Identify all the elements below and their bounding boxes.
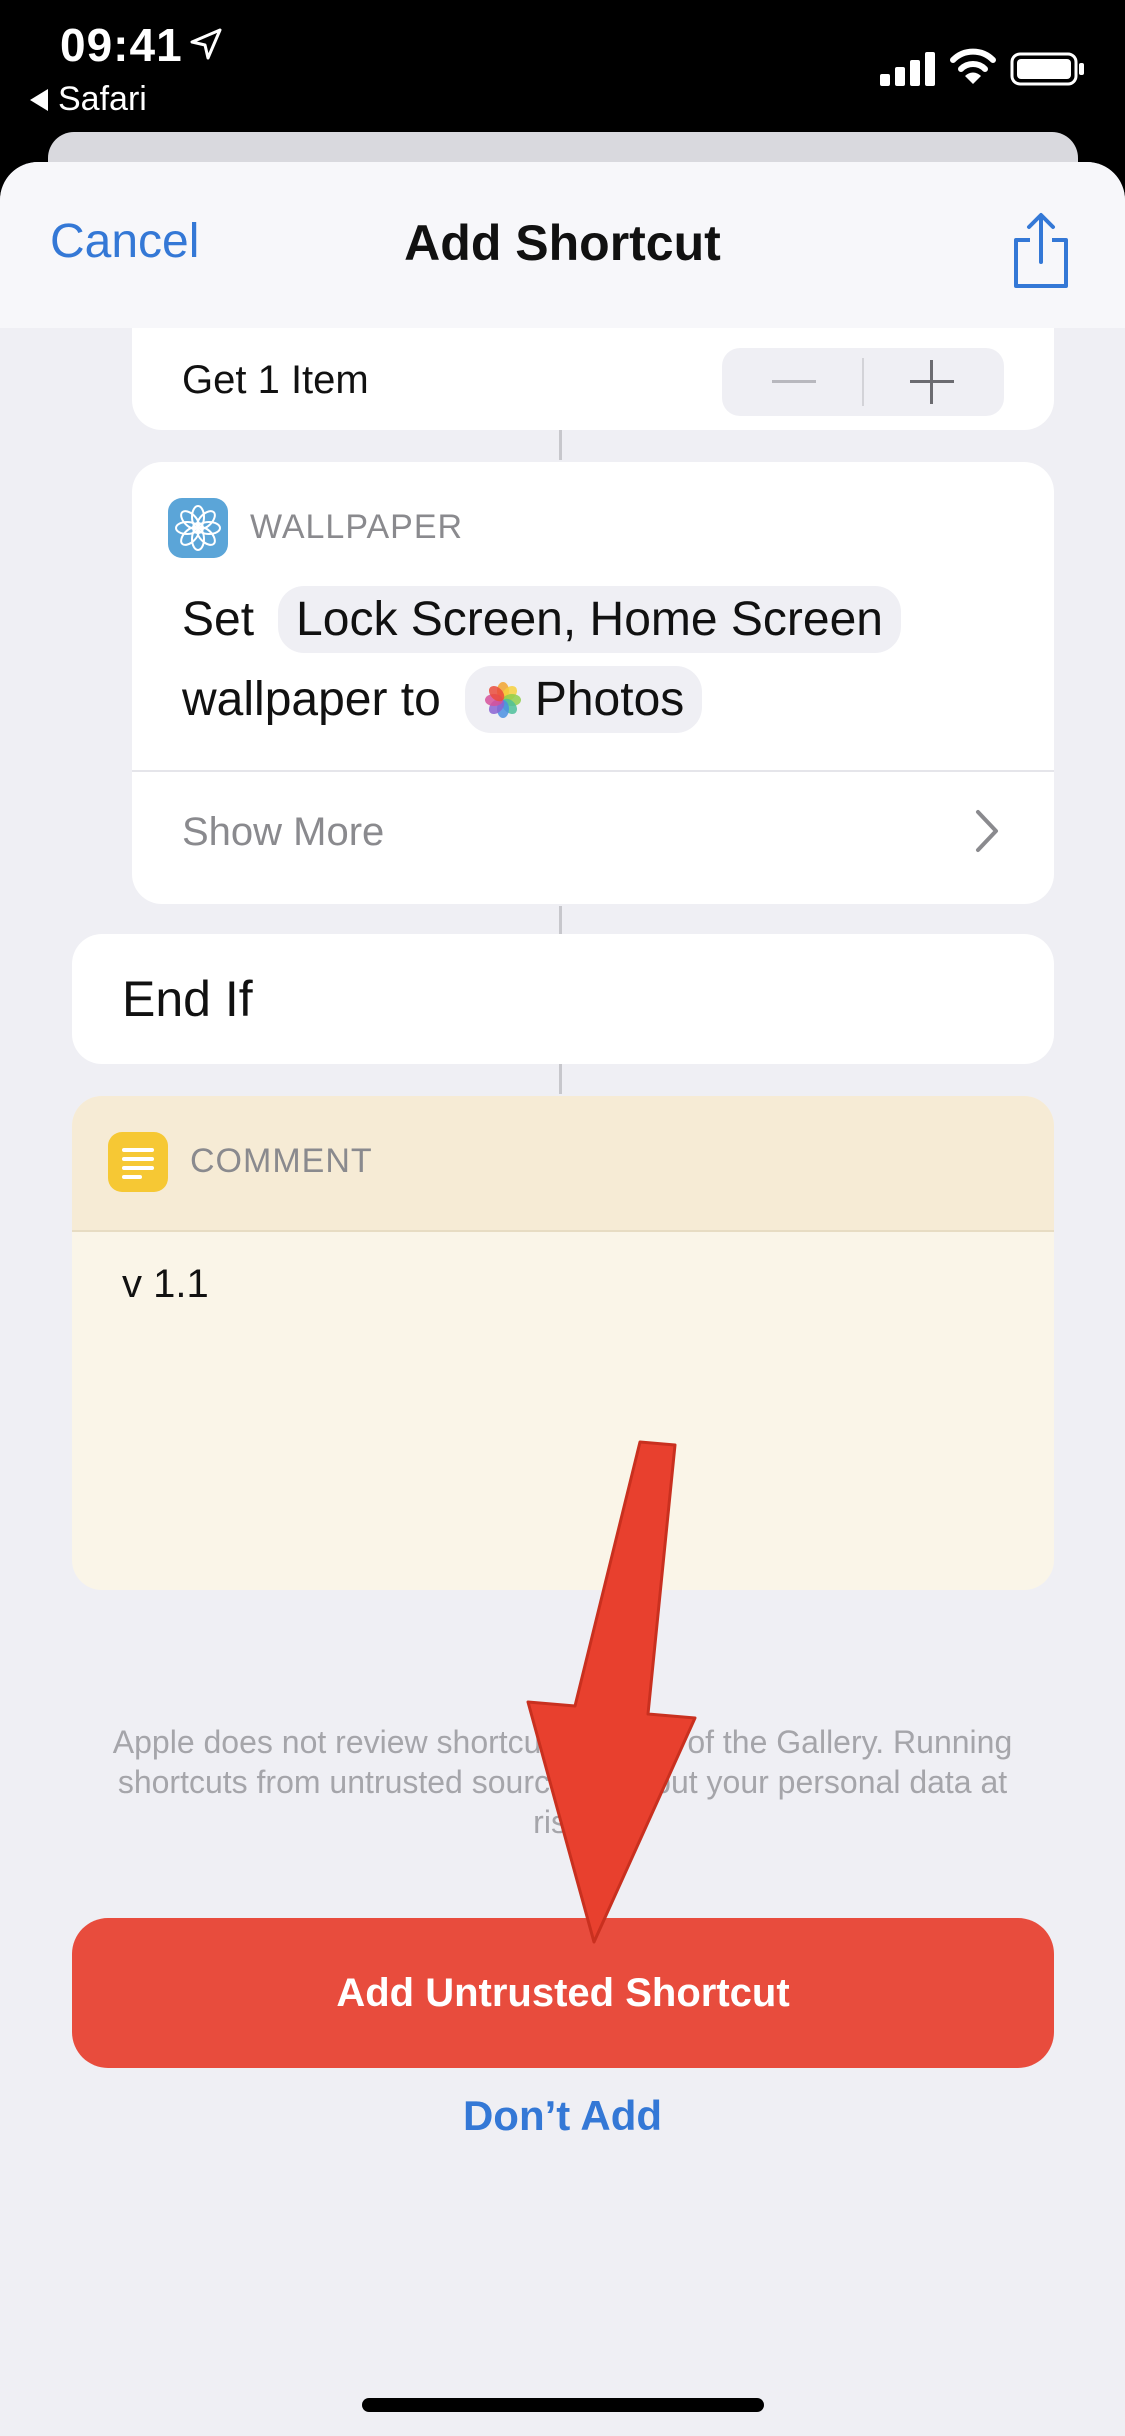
- photos-token-label: Photos: [534, 673, 685, 726]
- location-arrow-icon: [190, 28, 222, 60]
- dont-add-button[interactable]: Don’t Add: [0, 2092, 1125, 2140]
- minus-icon: [772, 380, 816, 383]
- wallpaper-action-line-2: wallpaper to Photos: [182, 666, 703, 733]
- back-app-label: Safari: [58, 80, 147, 118]
- cellular-signal-icon: [880, 52, 935, 86]
- untrusted-warning-text: Apple does not review shortcuts outside …: [112, 1724, 1013, 1840]
- comment-category-label: COMMENT: [190, 1142, 373, 1180]
- action-connector-line: [559, 430, 562, 460]
- comment-lines-icon: [108, 1132, 168, 1192]
- photos-app-icon: [484, 681, 521, 718]
- comment-divider: [72, 1230, 1054, 1232]
- status-bar: 09:41 Safari: [0, 0, 1125, 140]
- add-shortcut-sheet: Get 1 Item WALLPAPER Set Lock Screen, Ho…: [0, 162, 1125, 2436]
- show-more-label: Show More: [182, 810, 385, 854]
- add-untrusted-shortcut-button[interactable]: Add Untrusted Shortcut: [72, 1918, 1054, 2068]
- stepper-increment-button[interactable]: [864, 348, 1004, 416]
- home-indicator: [362, 2398, 764, 2412]
- sheet-title: Add Shortcut: [404, 215, 721, 271]
- wallpaper-to-text: wallpaper to: [182, 673, 441, 726]
- show-more-row[interactable]: Show More: [132, 772, 1054, 904]
- navigation-bar: Cancel Add Shortcut: [0, 162, 1125, 328]
- wifi-icon: [950, 48, 996, 84]
- back-to-safari-link[interactable]: Safari: [30, 80, 147, 119]
- wallpaper-action-line-1: Set Lock Screen, Home Screen: [182, 586, 901, 653]
- stepper-decrement-button[interactable]: [722, 348, 862, 416]
- lock-home-screen-token[interactable]: Lock Screen, Home Screen: [278, 586, 901, 653]
- get-item-label: Get 1 Item: [182, 358, 369, 402]
- item-count-stepper: [722, 348, 1004, 416]
- end-if-action-card: End If: [72, 934, 1054, 1064]
- wallpaper-category-label: WALLPAPER: [250, 508, 464, 546]
- battery-icon: [1010, 52, 1084, 86]
- set-wallpaper-action-card: WALLPAPER Set Lock Screen, Home Screen w…: [132, 462, 1054, 904]
- status-time: 09:41: [60, 19, 183, 71]
- comment-action-card: COMMENT v 1.1: [72, 1096, 1054, 1590]
- back-triangle-icon: [30, 88, 48, 111]
- share-icon[interactable]: [1010, 210, 1072, 290]
- set-word: Set: [182, 593, 255, 646]
- comment-text[interactable]: v 1.1: [122, 1262, 209, 1307]
- wallpaper-flower-icon: [168, 498, 228, 558]
- chevron-right-icon: [976, 810, 998, 852]
- photos-token[interactable]: Photos: [464, 666, 703, 733]
- end-if-label: End If: [122, 971, 253, 1027]
- action-connector-line: [559, 1064, 562, 1094]
- action-connector-line: [559, 906, 562, 936]
